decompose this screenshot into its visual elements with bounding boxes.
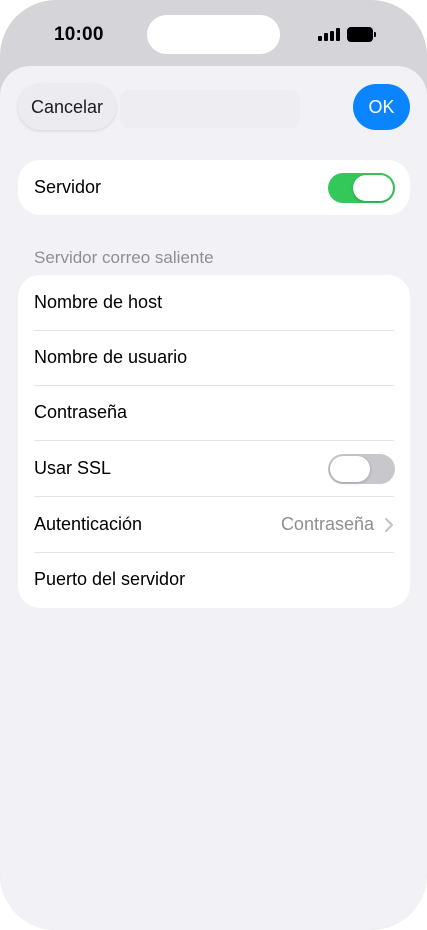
status-bar: 10:00 xyxy=(0,0,427,70)
password-label: Contraseña xyxy=(34,402,128,422)
outgoing-section-header: Servidor correo saliente xyxy=(34,248,214,267)
password-row[interactable]: Contraseña xyxy=(18,385,410,441)
server-toggle[interactable] xyxy=(328,173,395,203)
server-card: Servidor xyxy=(18,160,410,215)
authentication-row[interactable]: Autenticación Contraseña xyxy=(18,497,410,553)
username-label: Nombre de usuario xyxy=(34,347,188,367)
username-row[interactable]: Nombre de usuario xyxy=(18,330,410,386)
chevron-right-icon xyxy=(385,518,393,532)
use-ssl-row: Usar SSL xyxy=(18,441,410,497)
authentication-value: Contraseña xyxy=(280,514,374,534)
cancel-button[interactable]: Cancelar xyxy=(18,84,116,130)
title-placeholder xyxy=(120,90,300,128)
authentication-label: Autenticación xyxy=(34,514,143,534)
server-label: Servidor xyxy=(34,177,102,197)
battery-icon xyxy=(347,27,377,42)
server-port-row[interactable]: Puerto del servidor xyxy=(18,552,410,608)
cellular-signal-icon xyxy=(318,28,340,41)
dynamic-island xyxy=(147,15,280,54)
use-ssl-toggle[interactable] xyxy=(328,454,395,484)
host-name-label: Nombre de host xyxy=(34,292,163,312)
outgoing-server-card: Nombre de host Nombre de usuario Contras… xyxy=(18,275,410,608)
status-time: 10:00 xyxy=(54,24,104,45)
ok-button[interactable]: OK xyxy=(353,84,410,130)
host-name-row[interactable]: Nombre de host xyxy=(18,275,410,331)
phone-frame: 10:00 Cancelar OK Servidor Servidor corr… xyxy=(0,0,427,930)
server-row: Servidor xyxy=(18,160,410,215)
use-ssl-label: Usar SSL xyxy=(34,458,112,478)
server-port-label: Puerto del servidor xyxy=(34,569,186,589)
